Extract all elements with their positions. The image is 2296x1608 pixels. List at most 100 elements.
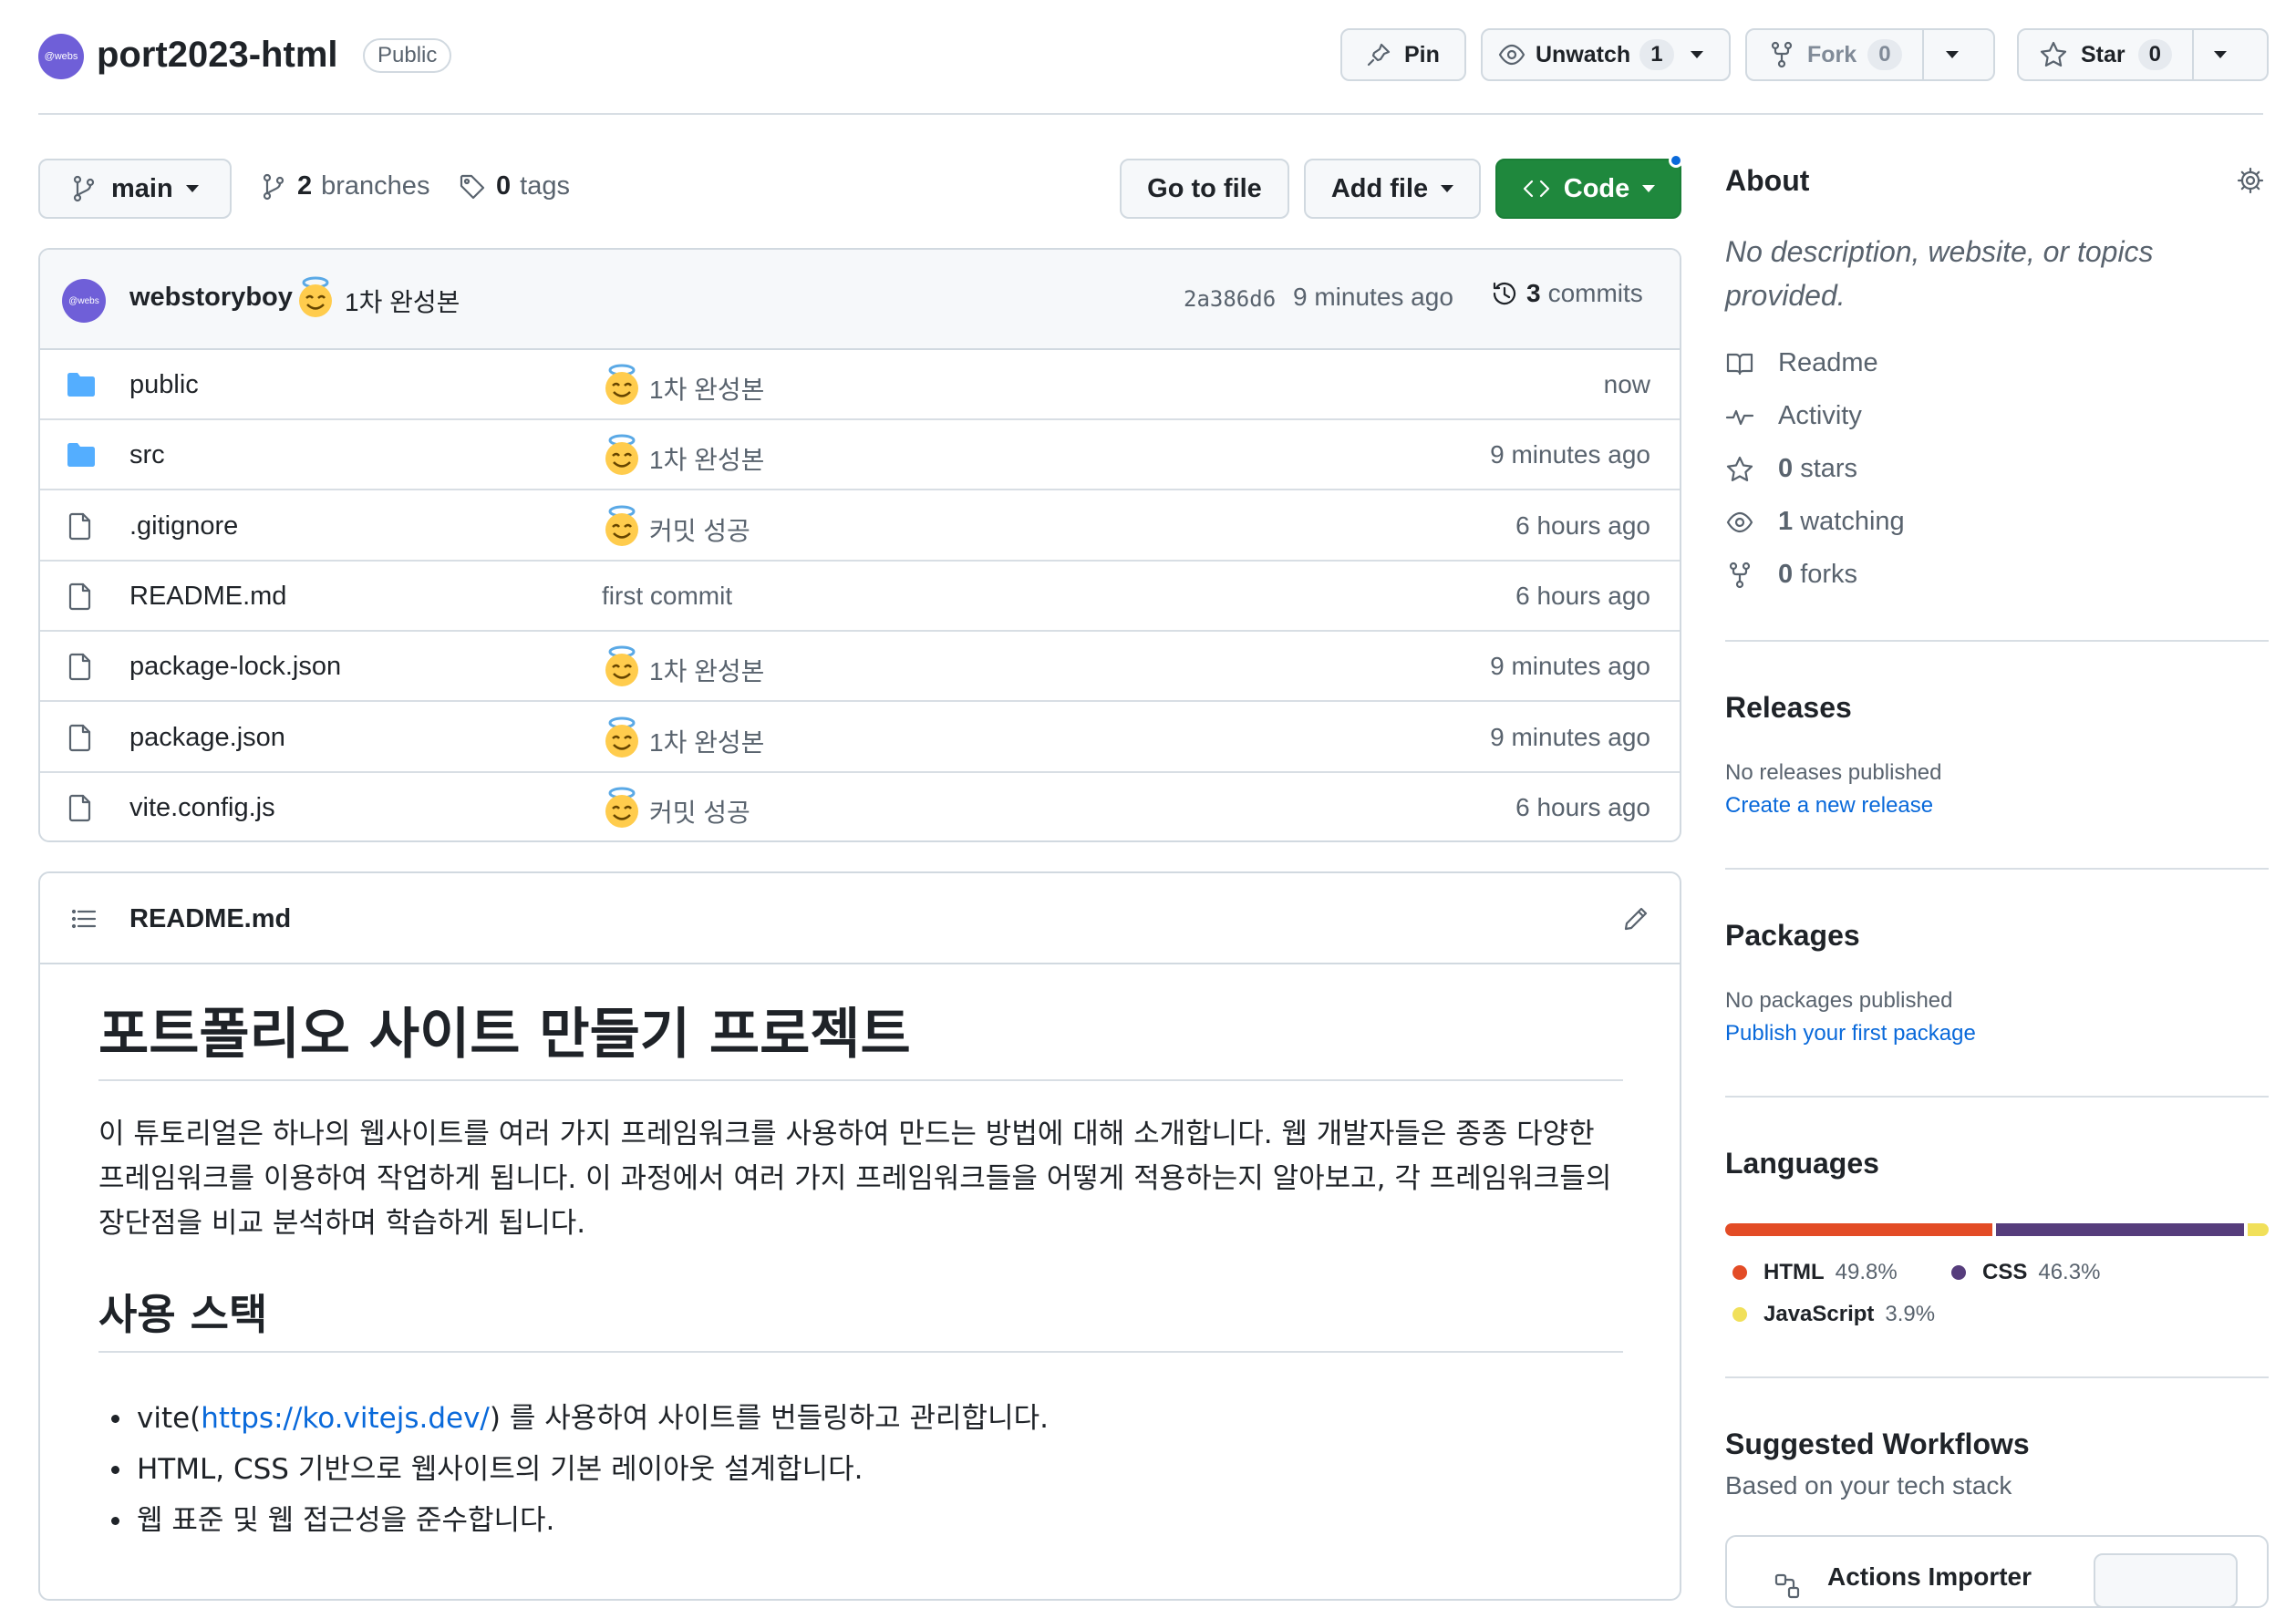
file-commit-message[interactable]: 1차 완성본 bbox=[649, 370, 764, 407]
file-row[interactable]: package.json 1차 완성본 9 minutes ago bbox=[40, 703, 1680, 773]
pin-button[interactable]: Pin bbox=[1340, 28, 1466, 81]
file-name[interactable]: README.md bbox=[129, 582, 286, 612]
file-name[interactable]: package.json bbox=[129, 723, 285, 753]
list-item-text: ) 를 사용하여 사이트를 번들링하고 관리합니다. bbox=[489, 1402, 1049, 1435]
workflow-card[interactable]: Actions Importer bbox=[1725, 1535, 2269, 1608]
star-dropdown[interactable] bbox=[2192, 30, 2247, 79]
chevron-down-icon bbox=[1642, 185, 1656, 192]
workflow-card-title: Actions Importer bbox=[1827, 1562, 2032, 1591]
branches-link[interactable]: 2 branches bbox=[259, 171, 429, 201]
language-bar-segment[interactable] bbox=[2248, 1223, 2269, 1236]
publish-package-link[interactable]: Publish your first package bbox=[1725, 1021, 1976, 1046]
star-label: Star bbox=[2081, 41, 2125, 67]
language-item[interactable]: HTML 49.8% bbox=[1732, 1260, 1898, 1285]
repo-name[interactable]: port2023-html bbox=[97, 35, 338, 76]
file-commit-message[interactable]: 1차 완성본 bbox=[649, 723, 764, 759]
forks-label: forks bbox=[1800, 560, 1858, 589]
add-file-button[interactable]: Add file bbox=[1304, 159, 1481, 219]
tags-label: tags bbox=[520, 171, 570, 201]
configure-workflow-button[interactable] bbox=[2094, 1553, 2238, 1606]
file-name[interactable]: vite.config.js bbox=[129, 793, 275, 823]
commit-emoji bbox=[295, 275, 336, 319]
commit-author-avatar[interactable]: @webs bbox=[62, 279, 106, 323]
gear-icon[interactable] bbox=[2236, 166, 2265, 195]
owner-avatar[interactable]: @webs bbox=[38, 34, 84, 79]
commit-time: 9 minutes ago bbox=[1293, 283, 1453, 311]
language-percent: 46.3% bbox=[2038, 1260, 2101, 1284]
file-commit-message[interactable]: 커밋 성공 bbox=[649, 511, 750, 548]
commit-message[interactable]: 1차 완성본 bbox=[345, 283, 460, 319]
pulse-icon bbox=[1725, 409, 1754, 425]
tags-count: 0 bbox=[496, 171, 512, 201]
file-icon bbox=[66, 582, 95, 611]
stars-link[interactable]: 0 stars bbox=[1725, 454, 1857, 484]
workflow-icon bbox=[1774, 1573, 1800, 1599]
sidebar-divider bbox=[1725, 1096, 2269, 1098]
folder-icon bbox=[66, 440, 97, 469]
forks-count: 0 bbox=[1778, 560, 1794, 589]
commits-link[interactable]: 3 commits bbox=[1490, 279, 1643, 308]
language-bar-segment[interactable] bbox=[1725, 1223, 1992, 1236]
language-item[interactable]: CSS 46.3% bbox=[1951, 1260, 2100, 1285]
watch-button[interactable]: Unwatch 1 bbox=[1481, 28, 1731, 81]
chevron-down-icon bbox=[1690, 51, 1703, 58]
file-row[interactable]: vite.config.js 커밋 성공 6 hours ago bbox=[40, 773, 1680, 840]
star-button[interactable]: Star 0 bbox=[2017, 28, 2269, 81]
language-name: HTML bbox=[1763, 1260, 1825, 1284]
language-percent: 49.8% bbox=[1835, 1260, 1898, 1284]
readme-list: vite(https://ko.vitejs.dev/) 를 사용하여 사이트를… bbox=[98, 1393, 1623, 1546]
file-name[interactable]: .gitignore bbox=[129, 511, 238, 541]
activity-label: Activity bbox=[1778, 401, 1862, 430]
file-row[interactable]: src 1차 완성본 9 minutes ago bbox=[40, 420, 1680, 491]
branch-select[interactable]: main bbox=[38, 159, 232, 219]
fork-button[interactable]: Fork 0 bbox=[1745, 28, 1995, 81]
file-commit-message[interactable]: 1차 완성본 bbox=[649, 652, 764, 688]
list-icon[interactable] bbox=[69, 904, 98, 933]
commit-author[interactable]: webstoryboy bbox=[129, 283, 293, 313]
language-percent: 3.9% bbox=[1885, 1302, 1936, 1326]
file-commit-message[interactable]: 1차 완성본 bbox=[649, 440, 764, 477]
folder-icon bbox=[66, 370, 97, 399]
file-commit-time: 9 minutes ago bbox=[1490, 722, 1650, 751]
file-row[interactable]: README.md first commit 6 hours ago bbox=[40, 562, 1680, 632]
add-file-label: Add file bbox=[1330, 173, 1429, 203]
fork-dropdown[interactable] bbox=[1921, 30, 1981, 79]
file-commit-message[interactable]: 커밋 성공 bbox=[649, 793, 750, 830]
activity-link[interactable]: Activity bbox=[1725, 401, 1862, 431]
go-to-file-button[interactable]: Go to file bbox=[1120, 159, 1289, 219]
code-button[interactable]: Code bbox=[1495, 159, 1681, 219]
watching-link[interactable]: 1 watching bbox=[1725, 507, 1905, 537]
pencil-icon[interactable] bbox=[1621, 904, 1650, 933]
file-commit-message[interactable]: first commit bbox=[602, 582, 732, 611]
file-commit-time: 6 hours ago bbox=[1515, 581, 1650, 610]
file-name[interactable]: package-lock.json bbox=[129, 652, 341, 682]
file-commit-time: 6 hours ago bbox=[1515, 792, 1650, 821]
file-name[interactable]: src bbox=[129, 440, 165, 470]
commit-avatar-text: @webs bbox=[68, 295, 99, 306]
readme-filename[interactable]: README.md bbox=[129, 904, 291, 934]
releases-title[interactable]: Releases bbox=[1725, 691, 1852, 725]
vite-link[interactable]: https://ko.vitejs.dev/ bbox=[201, 1402, 490, 1435]
file-row[interactable]: .gitignore 커밋 성공 6 hours ago bbox=[40, 491, 1680, 562]
language-bar-segment[interactable] bbox=[1995, 1223, 2245, 1236]
file-row[interactable]: package-lock.json 1차 완성본 9 minutes ago bbox=[40, 632, 1680, 703]
workflows-title: Suggested Workflows bbox=[1725, 1428, 2030, 1460]
sidebar-divider bbox=[1725, 640, 2269, 642]
file-name[interactable]: public bbox=[129, 370, 199, 400]
packages-title[interactable]: Packages bbox=[1725, 919, 1860, 953]
forks-link[interactable]: 0 forks bbox=[1725, 560, 1857, 590]
file-row[interactable]: public 1차 완성본 now bbox=[40, 350, 1680, 420]
file-icon bbox=[66, 652, 95, 681]
readme-header: README.md bbox=[40, 873, 1680, 964]
watch-label: Unwatch bbox=[1536, 41, 1631, 67]
readme-paragraph: 이 튜토리얼은 하나의 웹사이트를 여러 가지 프레임워크를 사용하여 만드는 … bbox=[98, 1118, 1612, 1240]
commit-sha[interactable]: 2a386d6 bbox=[1184, 286, 1276, 312]
latest-commit-bar: @webs webstoryboy 1차 완성본 2a386d6 9 minut… bbox=[40, 250, 1680, 350]
readme-title: 포트폴리오 사이트 만들기 프로젝트 bbox=[98, 990, 1623, 1081]
tags-link[interactable]: 0 tags bbox=[458, 171, 570, 201]
sidebar-divider bbox=[1725, 1376, 2269, 1378]
language-item[interactable]: JavaScript 3.9% bbox=[1732, 1302, 1935, 1327]
readme-link[interactable]: Readme bbox=[1725, 348, 1878, 378]
create-release-link[interactable]: Create a new release bbox=[1725, 793, 1933, 819]
language-bar bbox=[1725, 1223, 2269, 1236]
